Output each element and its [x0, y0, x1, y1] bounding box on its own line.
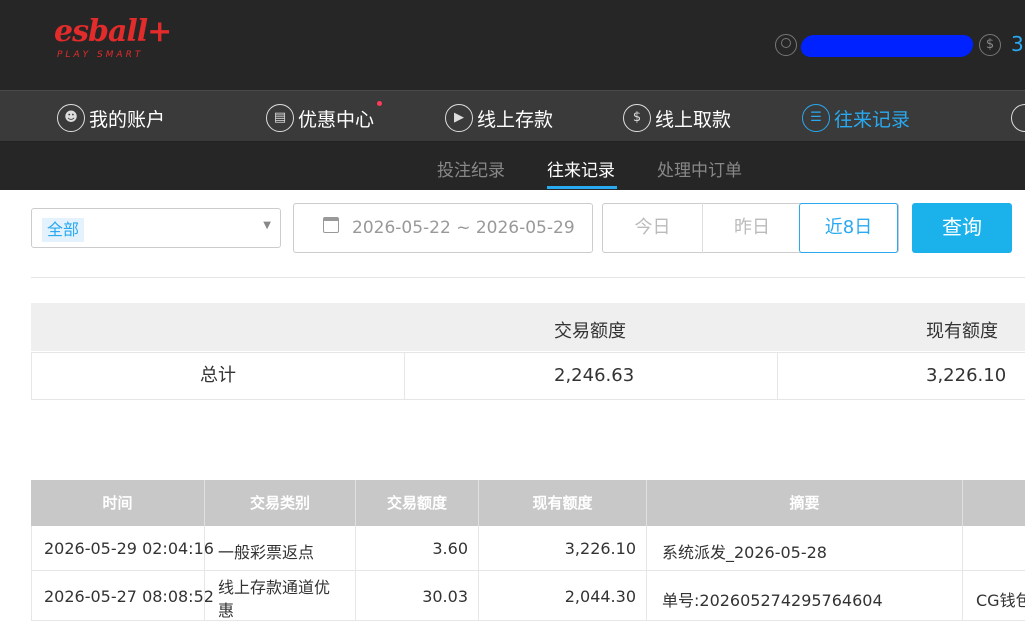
nav-online-withdraw[interactable]: $ 线上取款: [623, 99, 731, 137]
deposit-icon: ▶: [445, 104, 473, 132]
column-separator: [962, 526, 963, 571]
column-separator: [404, 353, 405, 399]
balance-value: 3,: [1011, 32, 1025, 56]
cell-time: 2026-05-29 02:04:16: [44, 539, 214, 558]
user-icon[interactable]: [775, 34, 797, 56]
user-info: $ 3,: [775, 32, 1025, 58]
quick-range-group: 今日 昨日 近8日: [602, 203, 899, 253]
nav-transaction-records[interactable]: ☰ 往来记录: [802, 99, 910, 137]
nav-label: 优惠中心: [298, 108, 375, 131]
nav-online-deposit[interactable]: ▶ 线上存款: [445, 99, 553, 137]
calendar-icon: [323, 217, 339, 233]
tab-bet-records[interactable]: 投注纪录: [437, 156, 505, 181]
summary-header-trade: 交易额度: [554, 321, 626, 342]
cell-time: 2026-05-27 08:08:52: [44, 587, 214, 606]
column-separator: [355, 571, 356, 621]
date-range-text: 2026-05-22 ~ 2026-05-29: [352, 218, 575, 238]
cell-category: 一般彩票返点: [218, 543, 315, 562]
records-icon: ☰: [802, 104, 830, 132]
col-summary: 摘要: [789, 494, 820, 512]
nav-more[interactable]: [1011, 99, 1025, 137]
column-separator: [204, 526, 205, 571]
nav-label: 线上取款: [655, 108, 732, 131]
summary-trade-amount: 2,246.63: [554, 365, 635, 386]
nav-label: 往来记录: [834, 108, 911, 131]
logo-tagline: PLAY SMART: [57, 50, 144, 60]
sub-nav: 投注纪录 往来记录 处理中订单: [0, 142, 1025, 190]
detail-header: 时间 交易类别 交易额度 现有额度 摘要: [31, 480, 1025, 526]
gift-icon: ▤: [266, 104, 294, 132]
cell-category-line2: 惠: [218, 601, 235, 620]
nav-my-account[interactable]: ☻ 我的账户: [57, 99, 165, 137]
active-tab-underline: [547, 186, 617, 189]
nav-promotions[interactable]: ▤ 优惠中心: [266, 99, 383, 137]
summary-header: 交易额度 现有额度: [31, 303, 1025, 351]
col-category: 交易类别: [249, 494, 310, 512]
table-row[interactable]: 2026-05-29 02:04:16 一般彩票返点 3.60 3,226.10…: [31, 526, 1025, 571]
range-today-button[interactable]: 今日: [603, 203, 702, 253]
range-8days-button[interactable]: 近8日: [799, 203, 898, 253]
cell-balance: 3,226.10: [564, 539, 636, 558]
summary-header-current: 现有额度: [926, 321, 998, 342]
summary-row: 总计 2,246.63 3,226.10: [31, 352, 1025, 400]
column-separator: [962, 480, 963, 526]
summary-current-amount: 3,226.10: [926, 365, 1007, 386]
column-separator: [355, 526, 356, 571]
column-separator: [478, 571, 479, 621]
column-separator: [646, 526, 647, 571]
col-time: 时间: [102, 494, 133, 512]
tab-transaction-records[interactable]: 往来记录: [547, 156, 615, 181]
column-separator: [962, 571, 963, 621]
column-separator: [646, 571, 647, 621]
nav-label: 线上存款: [477, 108, 554, 131]
top-header: esball+ PLAY SMART $ 3,: [0, 0, 1025, 90]
esball-logo[interactable]: esball+ PLAY SMART: [54, 14, 174, 64]
dollar-icon: $: [979, 34, 1001, 56]
cell-amount: 30.03: [422, 587, 468, 606]
more-icon: [1011, 104, 1025, 132]
tab-pending-orders[interactable]: 处理中订单: [657, 156, 742, 181]
cell-amount: 3.60: [432, 539, 468, 558]
username-redacted: [799, 35, 975, 57]
main-nav: ☻ 我的账户 ▤ 优惠中心 ▶ 线上存款 $ 线上取款 ☰ 往来记录: [0, 90, 1025, 142]
col-amount: 交易额度: [386, 494, 447, 512]
nav-label: 我的账户: [89, 108, 166, 131]
notification-dot: [377, 101, 383, 106]
date-range-picker[interactable]: 2026-05-22 ~ 2026-05-29: [293, 203, 593, 253]
cell-extra: CG钱包: [976, 591, 1025, 610]
divider: [31, 277, 1025, 278]
query-button[interactable]: 查询: [912, 203, 1012, 253]
column-separator: [478, 526, 479, 571]
cell-category-line1: 线上存款通道优: [218, 578, 331, 597]
logo-text: esball+: [54, 14, 172, 49]
col-balance: 现有额度: [532, 494, 593, 512]
column-separator: [777, 353, 778, 399]
cell-summary: 单号:202605274295764604: [662, 591, 883, 610]
type-select[interactable]: 全部 ▼: [31, 208, 281, 248]
column-separator: [204, 571, 205, 621]
cell-summary: 系统派发_2026-05-28: [662, 543, 827, 562]
summary-total-label: 总计: [200, 365, 236, 386]
selected-type-chip: 全部: [42, 218, 85, 242]
withdraw-icon: $: [623, 104, 651, 132]
table-row[interactable]: 2026-05-27 08:08:52 线上存款通道优 惠 30.03 2,04…: [31, 571, 1025, 621]
user-icon: ☻: [57, 104, 85, 132]
range-yesterday-button[interactable]: 昨日: [702, 203, 801, 253]
cell-balance: 2,044.30: [564, 587, 636, 606]
caret-down-icon: ▼: [263, 220, 271, 231]
